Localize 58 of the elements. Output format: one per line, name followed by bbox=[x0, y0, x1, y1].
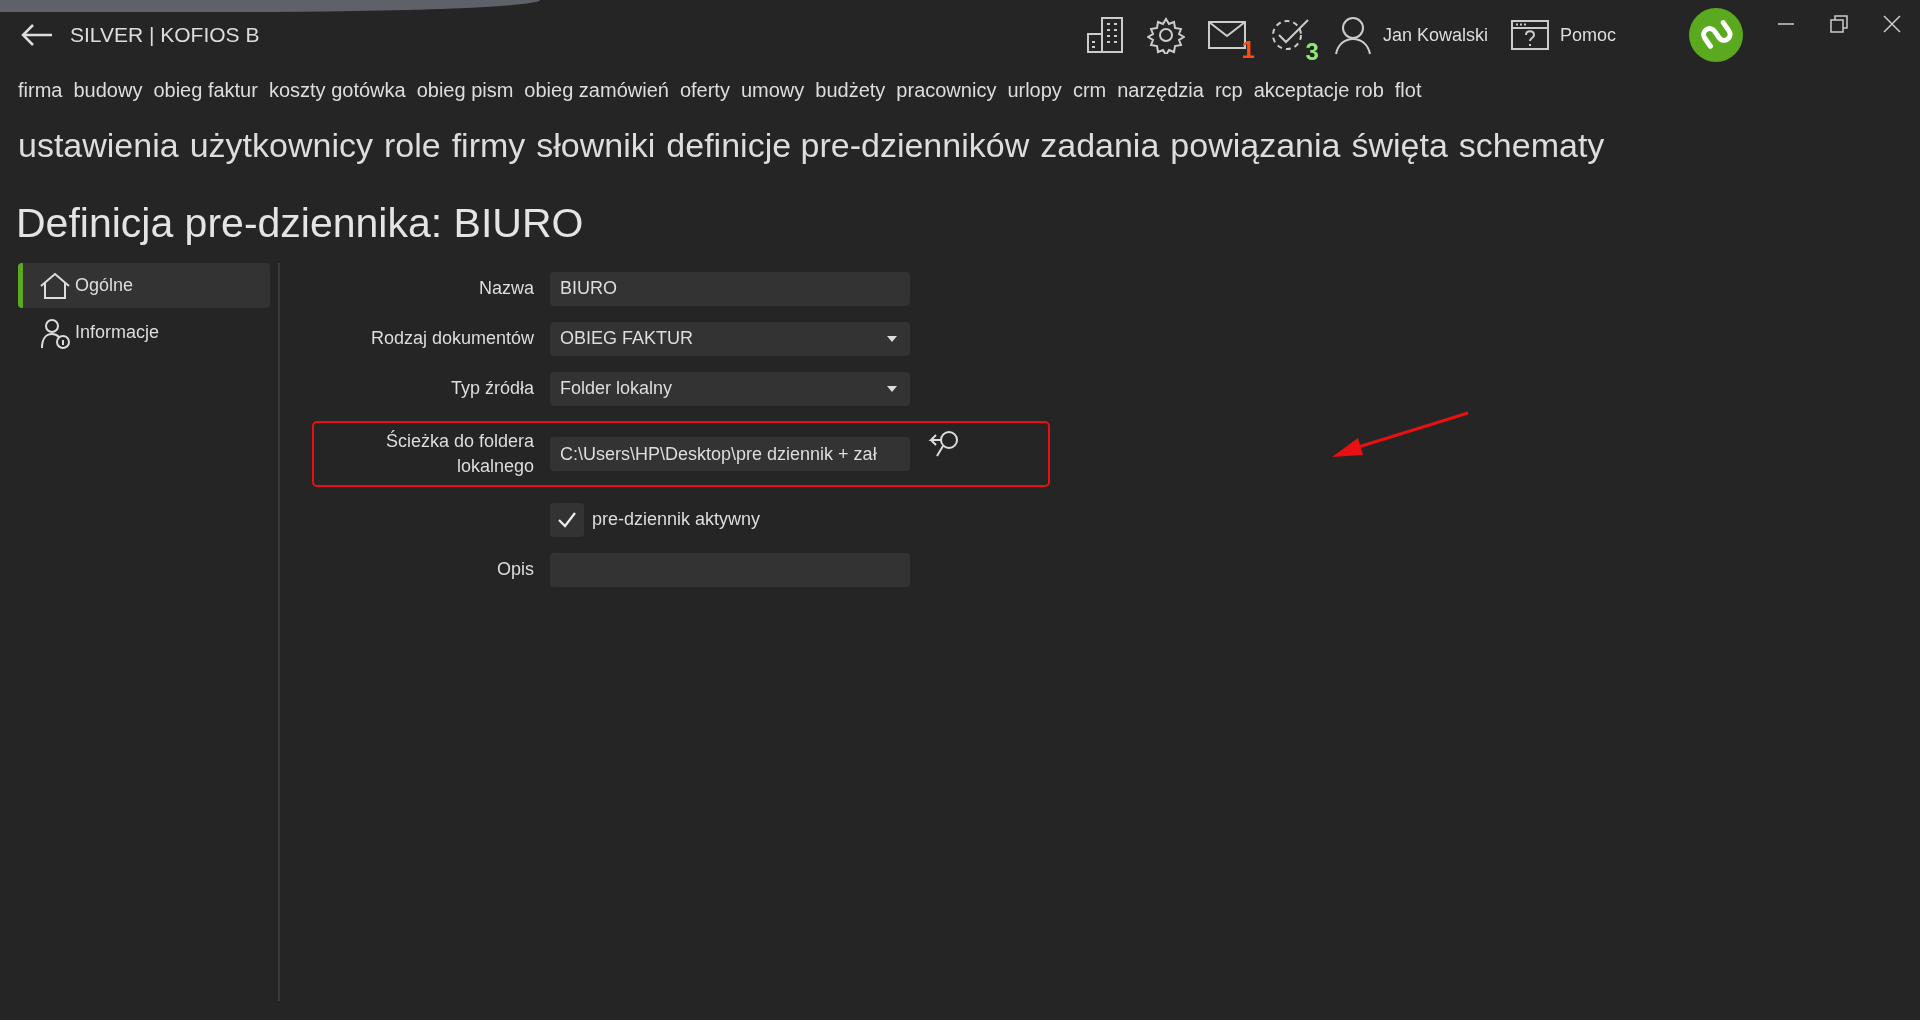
help-window-icon[interactable] bbox=[1509, 19, 1550, 51]
field-label: Typ źródła bbox=[449, 378, 535, 399]
user-name[interactable]: Jan Kowalski bbox=[1382, 24, 1488, 46]
menu-item[interactable]: obieg faktur bbox=[153, 79, 258, 102]
menu-item[interactable]: budowy bbox=[73, 79, 143, 102]
help-link[interactable]: Pomoc bbox=[1559, 24, 1616, 46]
menu-item[interactable]: flot bbox=[1394, 79, 1422, 102]
check-icon bbox=[557, 510, 577, 529]
settings-icon[interactable] bbox=[1146, 16, 1185, 54]
dropdown[interactable]: Folder lokalny bbox=[550, 371, 910, 406]
submenu-item[interactable]: użytkownicy bbox=[189, 126, 373, 165]
menu-item[interactable]: crm bbox=[1072, 79, 1107, 102]
submenu-item[interactable]: firmy bbox=[451, 126, 526, 165]
page-title: Definicja pre-dziennika: BIURO bbox=[16, 200, 585, 247]
user-icon[interactable] bbox=[1332, 15, 1373, 55]
checkbox-label[interactable]: pre-dziennik aktywny bbox=[592, 509, 761, 531]
submenu-item[interactable]: schematy bbox=[1458, 126, 1605, 165]
back-arrow-icon[interactable] bbox=[20, 23, 54, 47]
dropdown[interactable]: OBIEG FAKTUR bbox=[550, 321, 910, 356]
input-field[interactable]: BIURO bbox=[550, 271, 910, 306]
field-label: Opis bbox=[496, 559, 535, 581]
logo-icon[interactable] bbox=[1688, 7, 1744, 63]
mail-count: 1 bbox=[1241, 36, 1255, 64]
submenu-item[interactable]: zadania bbox=[1040, 126, 1160, 165]
field-label: Nazwa bbox=[477, 278, 535, 299]
menu-item[interactable]: obieg zamówień bbox=[524, 79, 669, 102]
checkbox[interactable] bbox=[550, 502, 584, 537]
menu-item[interactable]: akceptacje rob bbox=[1253, 79, 1384, 102]
submenu-item[interactable]: powiązania bbox=[1170, 126, 1341, 165]
task-count: 3 bbox=[1305, 38, 1319, 66]
field-label: Rodzaj dokumentów bbox=[369, 328, 535, 349]
menu-item[interactable]: narzędzia bbox=[1117, 79, 1204, 102]
app-title: SILVER | KOFIOS B bbox=[70, 23, 260, 47]
sidebar-item[interactable]: Informacje bbox=[18, 310, 270, 355]
menu-item[interactable]: obieg pism bbox=[416, 79, 514, 102]
user-info-icon bbox=[39, 316, 71, 349]
submenu-item[interactable]: święta bbox=[1351, 126, 1448, 165]
menu-item[interactable]: koszty gotówka bbox=[268, 79, 406, 102]
menu-item[interactable]: urlopy bbox=[1007, 79, 1062, 102]
home-icon bbox=[39, 271, 71, 300]
menu-item[interactable]: budżety bbox=[815, 79, 886, 102]
caret-icon bbox=[886, 384, 898, 393]
sidebar-item[interactable]: Ogólne bbox=[18, 263, 270, 308]
menu-item[interactable]: rcp bbox=[1214, 79, 1243, 102]
submenu-item[interactable]: definicje pre-dzienników bbox=[666, 126, 1030, 165]
submenu-item[interactable]: słowniki bbox=[536, 126, 656, 165]
field-label: Ścieżka do foldera lokalnego bbox=[384, 429, 535, 479]
submenu-item[interactable]: ustawienia bbox=[18, 126, 179, 165]
menu-item[interactable]: umowy bbox=[740, 79, 805, 102]
submenu-item[interactable]: role bbox=[383, 126, 441, 165]
close-icon[interactable] bbox=[1882, 14, 1902, 34]
menu-item[interactable]: firma bbox=[18, 79, 63, 102]
restore-icon[interactable] bbox=[1829, 14, 1849, 34]
input-field[interactable]: C:\Users\HP\Desktop\pre dziennik + zał bbox=[550, 437, 910, 472]
caret-icon bbox=[886, 334, 898, 343]
menu-item[interactable]: oferty bbox=[679, 79, 730, 102]
menu-item[interactable]: pracownicy bbox=[896, 79, 997, 102]
building-icon[interactable] bbox=[1084, 16, 1125, 54]
